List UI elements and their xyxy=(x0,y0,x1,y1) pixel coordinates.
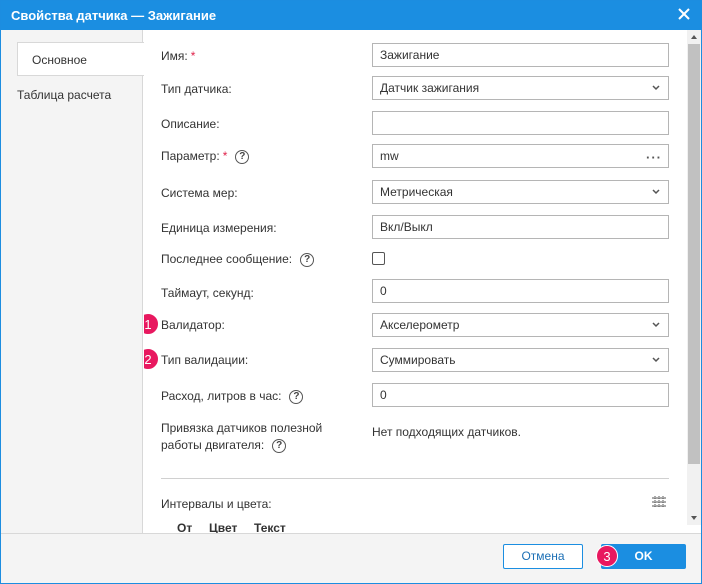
sensor-type-label: Тип датчика: xyxy=(161,82,232,96)
column-header-color: Цвет xyxy=(209,521,238,533)
consumption-input[interactable]: 0 xyxy=(372,383,669,407)
help-icon[interactable]: ? xyxy=(235,149,250,164)
sensor-type-value: Датчик зажигания xyxy=(380,81,480,95)
form-content: Имя: * Зажигание Тип датчика: Датчик зажи… xyxy=(144,30,687,533)
close-icon[interactable] xyxy=(677,7,691,21)
last-message-checkbox[interactable] xyxy=(372,252,385,265)
chevron-down-icon xyxy=(652,189,660,195)
validation-type-select[interactable]: Суммировать xyxy=(372,348,669,372)
validation-type-label: Тип валидации: xyxy=(161,353,249,367)
scroll-up-icon[interactable] xyxy=(690,34,698,40)
help-icon[interactable]: ? xyxy=(289,389,304,404)
scrollbar-thumb[interactable] xyxy=(688,44,700,464)
dialog-titlebar: Свойства датчика — Зажигание xyxy=(1,1,701,30)
step-marker-1: 1 xyxy=(144,313,159,335)
validation-type-value: Суммировать xyxy=(380,353,456,367)
tab-calculation-table[interactable]: Таблица расчета xyxy=(1,78,143,112)
help-icon[interactable]: ? xyxy=(300,252,315,267)
timeout-input[interactable]: 0 xyxy=(372,279,669,303)
engine-binding-label: Привязка датчиков полезной работы двигат… xyxy=(161,421,323,453)
more-options-icon[interactable]: ··· xyxy=(646,147,662,169)
dialog-sidebar: Основное Таблица расчета xyxy=(1,30,144,533)
description-label: Описание: xyxy=(161,117,220,131)
name-input[interactable]: Зажигание xyxy=(372,43,669,67)
validator-select[interactable]: Акселерометр xyxy=(372,313,669,337)
vertical-scrollbar[interactable] xyxy=(687,30,701,525)
column-header-from: От xyxy=(177,521,193,533)
tab-main[interactable]: Основное xyxy=(17,42,144,76)
cancel-button[interactable]: Отмена xyxy=(503,544,583,569)
table-settings-icon[interactable] xyxy=(651,496,667,508)
consumption-label: Расход, литров в час:? xyxy=(161,389,304,404)
column-header-text: Текст xyxy=(254,521,286,533)
step-marker-3: 3 xyxy=(596,545,618,567)
last-message-label: Последнее сообщение:? xyxy=(161,252,315,267)
unit-label: Единица измерения: xyxy=(161,221,277,235)
timeout-label: Таймаут, секунд: xyxy=(161,286,254,300)
parameter-input[interactable]: mw ··· xyxy=(372,144,669,168)
validator-label: Валидатор: xyxy=(161,318,225,332)
validator-value: Акселерометр xyxy=(380,318,460,332)
sensor-properties-dialog: Свойства датчика — Зажигание Основное Та… xyxy=(0,0,702,584)
help-icon[interactable]: ? xyxy=(272,438,287,453)
intervals-label: Интервалы и цвета: xyxy=(161,497,272,511)
measure-system-select[interactable]: Метрическая xyxy=(372,180,669,204)
parameter-label: Параметр: *? xyxy=(161,149,250,164)
required-mark: * xyxy=(190,49,196,63)
sensor-type-select[interactable]: Датчик зажигания xyxy=(372,76,669,100)
chevron-down-icon xyxy=(652,322,660,328)
unit-input[interactable]: Вкл/Выкл xyxy=(372,215,669,239)
section-divider xyxy=(161,478,669,479)
dialog-footer: Отмена OK 3 xyxy=(1,533,701,583)
description-input[interactable] xyxy=(372,111,669,135)
scroll-down-icon[interactable] xyxy=(690,515,698,521)
parameter-value: mw xyxy=(380,149,399,163)
chevron-down-icon xyxy=(652,85,660,91)
engine-binding-value: Нет подходящих датчиков. xyxy=(372,425,521,439)
required-mark: * xyxy=(222,149,228,163)
name-label: Имя: * xyxy=(161,49,196,63)
measure-system-value: Метрическая xyxy=(380,185,453,199)
step-marker-2: 2 xyxy=(144,348,159,370)
chevron-down-icon xyxy=(652,357,660,363)
measure-system-label: Система мер: xyxy=(161,186,238,200)
dialog-title: Свойства датчика — Зажигание xyxy=(11,8,217,23)
